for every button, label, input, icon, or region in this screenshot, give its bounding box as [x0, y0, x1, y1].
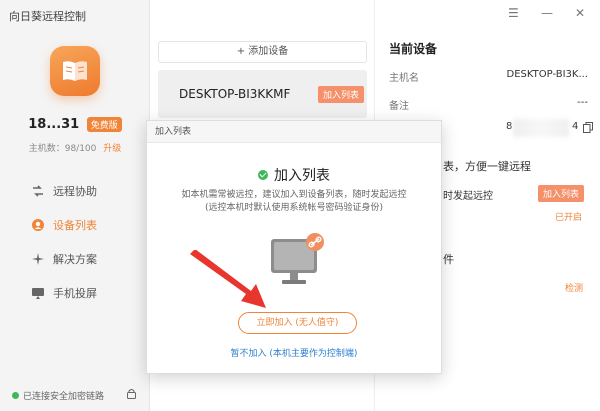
- sidebar-item-label: 远程协助: [53, 185, 97, 198]
- sidebar-nav: 远程协助 设备列表 解决方案 手机投屏: [0, 174, 150, 310]
- sidebar-item-label: 解决方案: [53, 253, 97, 266]
- menu-icon[interactable]: ☰: [508, 6, 519, 20]
- sidebar-item-label: 手机投屏: [53, 287, 97, 300]
- sidebar: 向日葵远程控制 18...31 免费版 主机数：98/100 升级 远程协助 设…: [0, 0, 150, 411]
- add-to-list-hint: 表，方便一键远程: [443, 160, 531, 173]
- app-title: 向日葵远程控制: [9, 10, 86, 23]
- close-icon[interactable]: ✕: [575, 6, 585, 20]
- check-link[interactable]: 检测: [565, 281, 583, 294]
- add-to-list-button[interactable]: 加入列表: [318, 86, 365, 103]
- sidebar-item-label: 设备列表: [53, 219, 97, 232]
- note-label: 备注: [389, 101, 409, 112]
- host-name-label: 主机名: [389, 73, 419, 84]
- upgrade-link[interactable]: 升级: [103, 144, 121, 154]
- device-list-icon: [30, 217, 46, 233]
- device-list-item[interactable]: DESKTOP-BI3KKMF 加入列表: [158, 70, 367, 118]
- connection-status-text: 已连接安全加密链路: [23, 392, 105, 402]
- sidebar-item-screen-cast[interactable]: 手机投屏: [0, 276, 150, 310]
- add-device-button[interactable]: + 添加设备: [158, 41, 367, 63]
- note-value: ---: [577, 97, 588, 108]
- status-dot-icon: [12, 392, 19, 399]
- device-id-blurred: [513, 119, 569, 137]
- user-info: 18...31 免费版: [0, 117, 150, 132]
- sidebar-item-device-list[interactable]: 设备列表: [0, 208, 150, 242]
- lock-icon[interactable]: [127, 388, 136, 399]
- solution-icon: [30, 251, 46, 267]
- sidebar-item-solution[interactable]: 解决方案: [0, 242, 150, 276]
- username: 18...31: [28, 117, 80, 132]
- device-name: DESKTOP-BI3KKMF: [179, 87, 291, 101]
- monitor-link-icon: [271, 233, 324, 284]
- connection-status: 已连接安全加密链路: [12, 389, 104, 402]
- dialog-description-line: (远控本机时默认使用系统帐号密码验证身份): [204, 203, 384, 213]
- device-id-prefix: 8: [506, 121, 513, 132]
- component-label: 件: [443, 253, 454, 266]
- dialog-description: 如本机需常被远控，建议加入到设备列表，随时发起远控 (远控本机时默认使用系统帐号…: [147, 189, 441, 215]
- dialog-title-text: 加入列表: [274, 168, 330, 184]
- minimize-icon[interactable]: —: [541, 6, 553, 20]
- book-icon: [63, 61, 87, 81]
- add-to-list-dialog: 加入列表 加入列表 如本机需常被远控，建议加入到设备列表，随时发起远控 (远控本…: [146, 120, 442, 374]
- check-circle-icon: [258, 170, 268, 180]
- copy-icon[interactable]: [583, 122, 593, 133]
- add-to-list-button-right[interactable]: 加入列表: [538, 185, 585, 202]
- dialog-description-line: 如本机需常被远控，建议加入到设备列表，随时发起远控: [181, 190, 407, 200]
- host-name-value: DESKTOP-BI3K...: [506, 69, 588, 80]
- join-now-button[interactable]: 立即加入 (无人值守): [238, 312, 357, 334]
- device-id-suffix: 4: [572, 121, 579, 132]
- current-device-title: 当前设备: [389, 42, 438, 56]
- not-now-link[interactable]: 暂不加入 (本机主要作为控制端): [147, 346, 441, 359]
- sidebar-item-remote-assist[interactable]: 远程协助: [0, 174, 150, 208]
- dialog-title: 加入列表: [147, 165, 441, 185]
- red-arrow-annotation: [190, 250, 266, 308]
- host-count: 主机数：98/100 升级: [0, 141, 150, 154]
- enabled-status: 已开启: [555, 213, 583, 223]
- screen-cast-icon: [30, 285, 46, 301]
- dialog-header: 加入列表: [147, 121, 441, 143]
- remote-hint: 时发起远控: [443, 191, 493, 202]
- remote-assist-icon: [30, 183, 46, 199]
- app-logo: [50, 46, 100, 96]
- plan-badge: 免费版: [86, 117, 122, 132]
- host-count-text: 主机数：98/100: [28, 144, 97, 154]
